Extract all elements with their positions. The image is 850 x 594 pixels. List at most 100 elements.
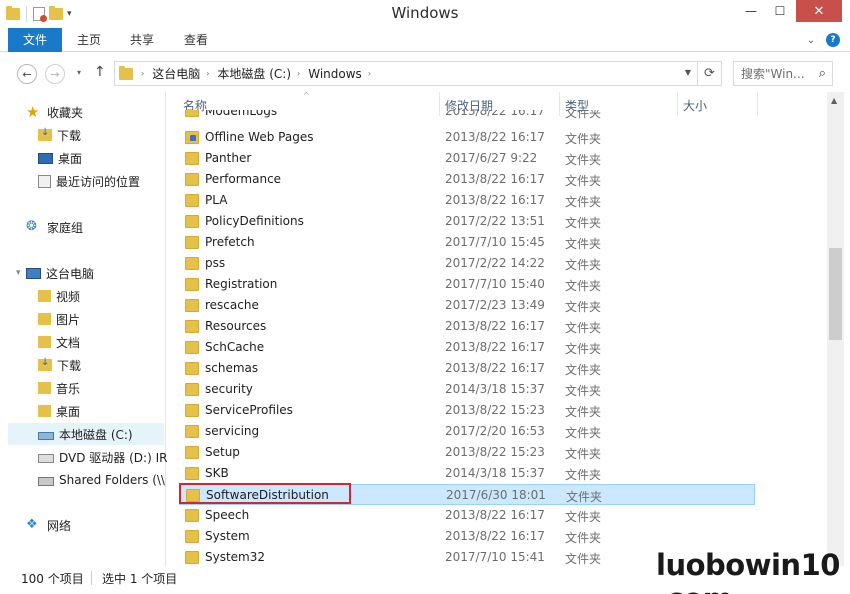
file-date: 2017/2/22 14:22	[445, 256, 545, 270]
breadcrumb-local-disk[interactable]: 本地磁盘 (C:)	[217, 65, 291, 82]
file-date: 2017/7/10 15:45	[445, 235, 545, 249]
file-row[interactable]: Registration 2017/7/10 15:40 文件夹	[179, 274, 755, 295]
expand-ribbon-icon[interactable]: ⌄	[804, 33, 818, 47]
file-row[interactable]: SchCache 2013/8/22 16:17 文件夹	[179, 337, 755, 358]
recent-locations-icon[interactable]: ▾	[77, 68, 81, 77]
nav-item-downloads-pc[interactable]: 下载	[38, 354, 81, 376]
file-row[interactable]: System 2013/8/22 16:17 文件夹	[179, 526, 755, 547]
tab-view[interactable]: 查看	[176, 28, 216, 52]
search-input[interactable]: 搜索"Win... ⌕	[733, 61, 833, 86]
breadcrumb-this-pc[interactable]: 这台电脑	[152, 65, 200, 82]
refresh-button[interactable]: ⟳	[698, 61, 722, 86]
tab-file[interactable]: 文件	[8, 28, 62, 52]
file-row[interactable]: Performance 2013/8/22 16:17 文件夹	[179, 169, 755, 190]
folder-icon	[185, 110, 199, 117]
search-icon[interactable]: ⌕	[819, 66, 826, 81]
address-dropdown-icon[interactable]: ▼	[685, 68, 691, 77]
forward-button[interactable]: →	[45, 64, 65, 84]
scrollbar-thumb[interactable]	[829, 248, 842, 340]
file-name: Offline Web Pages	[205, 130, 314, 144]
nav-item-homegroup[interactable]: ❂ 家庭组	[26, 216, 83, 238]
nav-item-network[interactable]: ❖ 网络	[26, 514, 71, 536]
file-type: 文件夹	[565, 363, 602, 377]
nav-label: Shared Folders (\\	[59, 473, 165, 487]
network-drive-icon	[38, 477, 54, 486]
tab-share[interactable]: 共享	[122, 28, 162, 52]
folder-icon	[185, 215, 199, 228]
expand-arrow-icon[interactable]: ▾	[16, 268, 21, 278]
file-name: servicing	[205, 424, 260, 438]
star-icon: ★	[26, 103, 40, 121]
file-row[interactable]: PolicyDefinitions 2017/2/22 13:51 文件夹	[179, 211, 755, 232]
maximize-button[interactable]: ☐	[767, 0, 793, 22]
file-row[interactable]: SKB 2014/3/18 15:37 文件夹	[179, 463, 755, 484]
file-name: System	[205, 529, 250, 543]
nav-label: 家庭组	[47, 220, 84, 235]
file-row[interactable]: Setup 2013/8/22 15:23 文件夹	[179, 442, 755, 463]
file-row[interactable]: schemas 2013/8/22 16:17 文件夹	[179, 358, 755, 379]
chevron-right-icon[interactable]: ›	[206, 69, 209, 78]
nav-item-favorites[interactable]: ★ 收藏夹	[26, 101, 83, 123]
breadcrumb-windows[interactable]: Windows	[308, 67, 362, 81]
file-row[interactable]: security 2014/3/18 15:37 文件夹	[179, 379, 755, 400]
file-date: 2014/3/18 15:37	[445, 466, 545, 480]
file-row[interactable]: Offline Web Pages 2013/8/22 16:17 文件夹	[179, 127, 755, 148]
nav-item-documents[interactable]: 文档	[38, 331, 80, 353]
file-date: 2013/8/22 16:17	[445, 508, 545, 522]
chevron-right-icon[interactable]: ›	[141, 69, 144, 78]
folder-icon	[185, 236, 199, 249]
file-name: schemas	[205, 361, 259, 375]
file-name: security	[205, 382, 253, 396]
file-type: 文件夹	[565, 426, 602, 440]
file-row[interactable]: Speech 2013/8/22 16:17 文件夹	[179, 505, 755, 526]
nav-item-recent[interactable]: 最近访问的位置	[38, 170, 140, 192]
file-date: 2013/8/22 15:23	[445, 445, 545, 459]
file-date: 2013/8/22 16:17	[445, 130, 545, 144]
file-name: SKB	[205, 466, 229, 480]
nav-item-desktop[interactable]: 桌面	[38, 147, 82, 169]
file-type: 文件夹	[565, 321, 602, 335]
file-row[interactable]: Prefetch 2017/7/10 15:45 文件夹	[179, 232, 755, 253]
file-row[interactable]: rescache 2017/2/23 13:49 文件夹	[179, 295, 755, 316]
file-date: 2013/8/22 16:17	[445, 319, 545, 333]
annotation-highlight-box	[179, 483, 351, 504]
up-button[interactable]: ↑	[94, 64, 106, 80]
folder-icon	[185, 320, 199, 333]
file-type: 文件夹	[565, 531, 602, 545]
chevron-right-icon[interactable]: ›	[368, 69, 371, 78]
nav-item-shared[interactable]: Shared Folders (\\	[38, 469, 165, 491]
back-button[interactable]: ←	[17, 64, 37, 84]
ribbon-tabs: 文件 主页 共享 查看 ⌄ ?	[0, 28, 850, 52]
file-type: 文件夹	[565, 174, 602, 188]
minimize-button[interactable]: —	[738, 0, 764, 22]
nav-label: 网络	[47, 518, 72, 533]
file-row[interactable]: Panther 2017/6/27 9:22 文件夹	[179, 148, 755, 169]
nav-item-pictures[interactable]: 图片	[38, 308, 80, 330]
address-bar[interactable]: › 这台电脑 › 本地磁盘 (C:) › Windows › ▼	[114, 61, 698, 86]
chevron-right-icon[interactable]: ›	[297, 69, 300, 78]
tab-home[interactable]: 主页	[70, 28, 108, 52]
nav-item-this-pc[interactable]: 这台电脑	[26, 262, 94, 284]
nav-item-videos[interactable]: 视频	[38, 285, 80, 307]
close-button[interactable]: ✕	[796, 0, 842, 22]
site-watermark: luobowin10.com	[656, 548, 850, 594]
scroll-up-icon[interactable]: ▲	[831, 96, 837, 105]
file-row[interactable]: servicing 2017/2/20 16:53 文件夹	[179, 421, 755, 442]
downloads-folder-icon	[38, 357, 52, 371]
nav-item-desktop-pc[interactable]: 桌面	[38, 400, 80, 422]
nav-item-downloads[interactable]: 下载	[38, 124, 81, 146]
file-name: Registration	[205, 277, 278, 291]
vertical-scrollbar[interactable]: ▲ ▼	[827, 92, 844, 566]
file-type: 文件夹	[565, 300, 602, 314]
nav-item-music[interactable]: 音乐	[38, 377, 80, 399]
file-row[interactable]: ModemLogs 2013/8/22 16:17 文件夹	[179, 110, 755, 120]
help-icon[interactable]: ?	[826, 33, 840, 47]
file-type: 文件夹	[565, 110, 602, 120]
nav-item-local-disk[interactable]: 本地磁盘 (C:)	[8, 423, 164, 445]
file-row[interactable]: Resources 2013/8/22 16:17 文件夹	[179, 316, 755, 337]
file-row[interactable]: ServiceProfiles 2013/8/22 15:23 文件夹	[179, 400, 755, 421]
file-row[interactable]: pss 2017/2/22 14:22 文件夹	[179, 253, 755, 274]
file-row[interactable]: PLA 2013/8/22 16:17 文件夹	[179, 190, 755, 211]
file-name: ServiceProfiles	[205, 403, 293, 417]
nav-item-dvd[interactable]: DVD 驱动器 (D:) IR	[38, 446, 167, 468]
